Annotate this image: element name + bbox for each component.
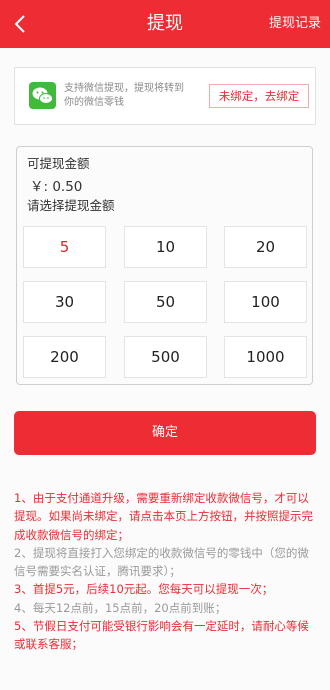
amount-options-grid: 5 10 20 30 50 100 200 500 1000 xyxy=(23,226,307,378)
amount-option-1000[interactable]: 1000 xyxy=(224,336,307,378)
amount-option-100[interactable]: 100 xyxy=(224,281,307,323)
withdraw-records-link[interactable]: 提现记录 xyxy=(269,0,321,48)
withdraw-notes: 1、由于支付通道升级，需要重新绑定收款微信号，才可以提现。如果尚未绑定，请点击本… xyxy=(14,489,318,654)
note-item: 1、由于支付通道升级，需要重新绑定收款微信号，才可以提现。如果尚未绑定，请点击本… xyxy=(14,491,313,542)
balance-value: ￥: 0.50 xyxy=(30,179,83,195)
amount-option-5[interactable]: 5 xyxy=(23,226,106,268)
note-item: 4、每天12点前，15点前，20点前到账； xyxy=(14,600,227,615)
amount-option-30[interactable]: 30 xyxy=(23,281,106,323)
bind-wechat-button[interactable]: 未绑定，去绑定 xyxy=(209,84,309,108)
wechat-icon xyxy=(29,82,56,109)
amount-option-20[interactable]: 20 xyxy=(224,226,307,268)
top-bar: 提现 提现记录 xyxy=(0,0,330,48)
note-item: 5、节假日支付可能受银行影响会有一定延时，请耐心等候或联系客服； xyxy=(14,619,309,652)
wechat-description: 支持微信提现，提现将转到你的微信零钱 xyxy=(64,83,184,108)
back-arrow-icon xyxy=(14,15,25,33)
select-amount-label: 请选择提现金额 xyxy=(27,198,115,213)
amount-option-200[interactable]: 200 xyxy=(23,336,106,378)
note-item: 2、提现将直接打入您绑定的收款微信号的零钱中（您的微信号需要实名认证，腾讯要求）… xyxy=(14,545,309,579)
amount-panel: 可提现金额 ￥: 0.50 请选择提现金额 5 10 20 30 50 100 … xyxy=(16,146,313,385)
note-item: 3、首提5元，后续10元起。您每天可以提现一次； xyxy=(14,582,274,597)
withdrawable-amount-label: 可提现金额 xyxy=(27,156,90,171)
amount-option-500[interactable]: 500 xyxy=(124,336,207,378)
amount-option-50[interactable]: 50 xyxy=(124,281,207,323)
back-button[interactable] xyxy=(4,8,36,40)
confirm-button[interactable]: 确定 xyxy=(14,411,316,455)
wechat-binding-card: 支持微信提现，提现将转到你的微信零钱 未绑定，去绑定 xyxy=(14,67,316,125)
amount-option-10[interactable]: 10 xyxy=(124,226,207,268)
